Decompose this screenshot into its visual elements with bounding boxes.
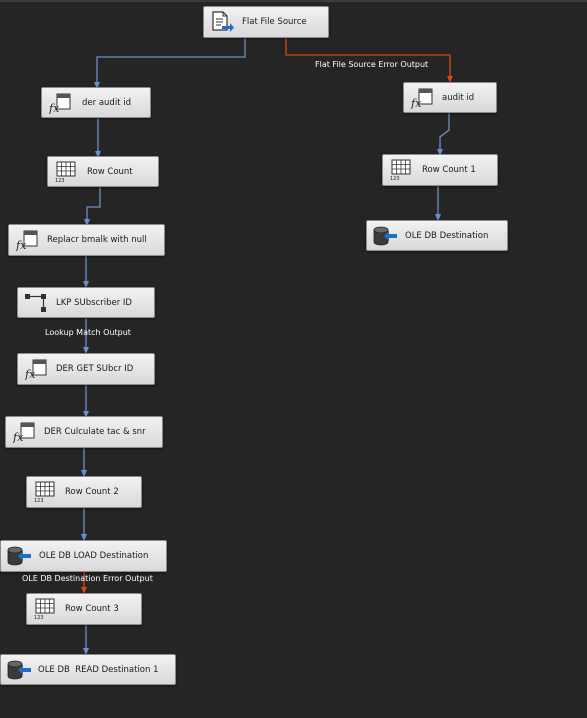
- derived-column-icon: fx: [48, 93, 71, 114]
- svg-text:123: 123: [390, 176, 400, 181]
- replace-blank-label: Replacr bmalk with null: [47, 235, 147, 245]
- ole-db-destination-icon: [373, 226, 397, 245]
- svg-text:fx: fx: [12, 431, 24, 443]
- path-row-count-to-replace-blank[interactable]: [84, 187, 101, 226]
- flat-file-source-label: Flat File Source: [242, 17, 307, 27]
- lkp-subscriber-id-label: LKP SUbscriber ID: [56, 297, 132, 308]
- der-calculate-label: DER Culculate tac & snr: [44, 427, 146, 437]
- replace-blank-node[interactable]: fx Replacr bmalk with null: [8, 224, 165, 256]
- svg-text:123: 123: [34, 498, 44, 503]
- row-count-icon: 123: [55, 161, 76, 183]
- ole-db-destination-error-output-label: OLE DB Destination Error Output: [22, 574, 153, 583]
- row-count-icon: 123: [390, 159, 411, 181]
- ole-db-destination-icon: [7, 546, 31, 566]
- svg-text:fx: fx: [24, 368, 36, 380]
- der-calculate-node[interactable]: fx DER Culculate tac & snr: [5, 416, 163, 448]
- svg-text:fx: fx: [410, 97, 422, 109]
- path-audit-id-to-row-count-1[interactable]: [437, 113, 450, 156]
- lkp-subscriber-id-node[interactable]: LKP SUbscriber ID: [17, 287, 155, 318]
- row-count-icon: 123: [34, 598, 55, 620]
- ole-db-destination-label: OLE DB Destination: [405, 230, 489, 241]
- row-count-node[interactable]: 123 Row Count: [47, 156, 159, 187]
- ole-db-read-destination-node[interactable]: OLE DB READ Destination 1: [0, 654, 176, 685]
- flat-file-source-icon: [212, 11, 234, 32]
- derived-column-icon: fx: [15, 230, 38, 251]
- path-flat-file-to-der-audit-id[interactable]: [94, 38, 246, 89]
- svg-text:123: 123: [34, 615, 44, 620]
- ole-db-load-destination-label: OLE DB LOAD Destination: [39, 551, 149, 561]
- ole-db-load-destination-node[interactable]: OLE DB LOAD Destination: [0, 540, 167, 572]
- row-count-3-node[interactable]: 123 Row Count 3: [26, 593, 142, 625]
- row-count-2-label: Row Count 2: [65, 487, 119, 497]
- path-flat-file-error-to-audit-id[interactable]: [285, 38, 453, 83]
- derived-column-icon: fx: [410, 88, 433, 109]
- der-audit-id-node[interactable]: fx der audit id: [41, 87, 151, 118]
- ole-db-read-destination-label: OLE DB READ Destination 1: [38, 664, 159, 675]
- der-get-subcr-id-node[interactable]: fx DER GET SUbcr ID: [17, 353, 155, 385]
- row-count-1-label: Row Count 1: [422, 165, 476, 175]
- der-get-subcr-id-label: DER GET SUbcr ID: [56, 364, 134, 374]
- row-count-label: Row Count: [87, 166, 133, 177]
- row-count-3-label: Row Count 3: [65, 604, 119, 614]
- derived-column-icon: fx: [24, 359, 47, 380]
- lookup-match-output-label: Lookup Match Output: [45, 328, 131, 337]
- svg-text:fx: fx: [48, 102, 60, 114]
- lookup-icon: [25, 293, 46, 312]
- der-audit-id-label: der audit id: [82, 97, 131, 108]
- derived-column-icon: fx: [12, 422, 35, 443]
- ole-db-destination-icon: [7, 660, 31, 679]
- flat-file-source-error-output-label: Flat File Source Error Output: [315, 60, 429, 69]
- row-count-2-node[interactable]: 123 Row Count 2: [26, 476, 142, 508]
- svg-text:123: 123: [55, 178, 65, 183]
- svg-text:fx: fx: [15, 239, 27, 251]
- ole-db-destination-node[interactable]: OLE DB Destination: [366, 220, 508, 251]
- row-count-1-node[interactable]: 123 Row Count 1: [382, 154, 498, 186]
- audit-id-node[interactable]: fx audit id: [403, 82, 497, 113]
- row-count-icon: 123: [34, 481, 55, 503]
- flat-file-source-node[interactable]: Flat File Source: [203, 6, 329, 38]
- audit-id-label: audit id: [442, 92, 475, 103]
